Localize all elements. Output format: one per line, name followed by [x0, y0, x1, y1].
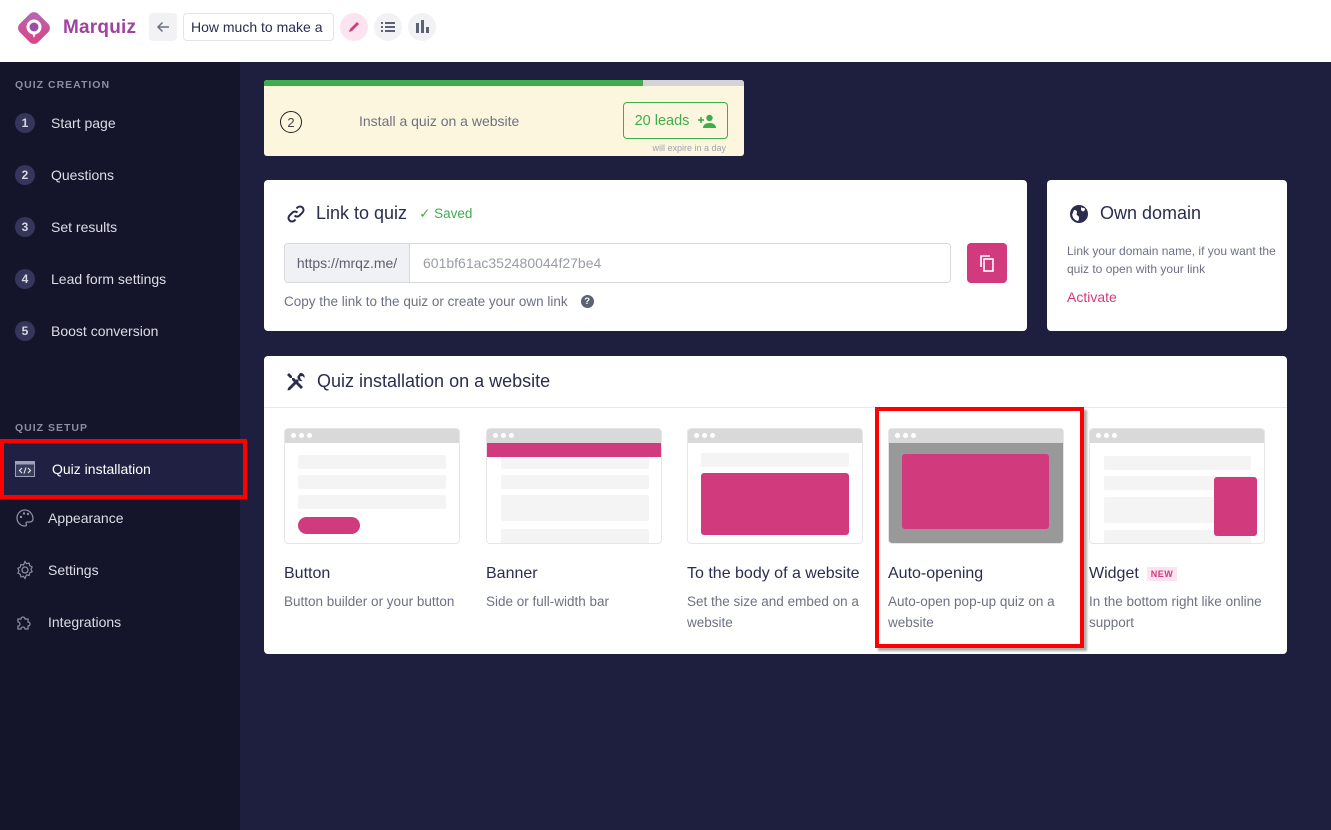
option-description: Button builder or your button: [284, 594, 455, 609]
logo[interactable]: Marquiz: [15, 9, 136, 47]
sidebar-item-questions[interactable]: 2 Questions: [0, 153, 240, 197]
sidebar-item-integrations[interactable]: Integrations: [0, 600, 240, 644]
install-option-auto-opening[interactable]: Auto-opening Auto-open pop-up quiz on a …: [888, 428, 1064, 633]
sidebar-item-label: Set results: [51, 219, 118, 235]
sidebar-item-label: Appearance: [48, 510, 124, 526]
install-progress-card: 2 Install a quiz on a website 20 leads w…: [264, 80, 744, 156]
step-number: 3: [15, 217, 35, 237]
sidebar-item-label: Questions: [51, 167, 115, 183]
quiz-installation-card: Quiz installation on a website Button Bu…: [264, 356, 1287, 654]
install-option-banner[interactable]: Banner Side or full-width bar: [486, 428, 662, 612]
copy-link-button[interactable]: [967, 243, 1007, 283]
sidebar-item-label: Start page: [51, 115, 116, 131]
option-title-text: Widget: [1089, 565, 1139, 582]
activate-domain-link[interactable]: Activate: [1067, 289, 1117, 305]
divider: [264, 407, 1287, 408]
option-title: To the body of a website: [687, 565, 860, 582]
option-title: Button: [284, 565, 331, 582]
option-description: In the bottom right like online support: [1089, 594, 1262, 630]
statistics-button[interactable]: [408, 13, 436, 41]
marquiz-logo-icon: [15, 9, 53, 47]
questions-list-button[interactable]: [374, 13, 402, 41]
widget-preview: [1089, 428, 1265, 544]
back-button[interactable]: [149, 13, 177, 41]
sidebar-item-label: Settings: [48, 562, 99, 578]
own-domain-title: Own domain: [1100, 203, 1202, 223]
sidebar-item-label: Boost conversion: [51, 323, 159, 339]
copy-icon: [980, 255, 994, 272]
tools-icon: [287, 372, 305, 390]
banner-preview: [486, 428, 662, 544]
link-hint: Copy the link to the quiz or create your…: [284, 294, 594, 309]
arrow-left-icon: [156, 21, 169, 33]
sidebar-item-label: Integrations: [48, 614, 122, 630]
option-title: Banner: [486, 565, 538, 582]
help-icon[interactable]: ?: [580, 295, 594, 308]
brand-name: Marquiz: [63, 17, 137, 38]
saved-status: ✓ Saved: [419, 205, 473, 221]
quiz-slug-input[interactable]: [410, 244, 950, 282]
link-to-quiz-card: Link to quiz ✓ Saved https://mrqz.me/ Co…: [264, 180, 1027, 331]
sidebar-item-lead-form-settings[interactable]: 4 Lead form settings: [0, 257, 240, 301]
progress-bar: [264, 80, 744, 86]
quiz-url-field: https://mrqz.me/: [284, 243, 951, 283]
install-option-widget[interactable]: Widget NEW In the bottom right like onli…: [1089, 428, 1265, 633]
leads-label: 20 leads: [634, 112, 690, 129]
sidebar-item-label: Quiz installation: [52, 461, 151, 477]
button-preview: [284, 428, 460, 544]
link-hint-text: Copy the link to the quiz or create your…: [284, 294, 568, 309]
option-description: Set the size and embed on a website: [687, 594, 859, 630]
leads-bonus-button[interactable]: 20 leads: [623, 102, 728, 139]
option-title: Widget NEW: [1089, 565, 1265, 583]
auto-opening-preview: [888, 428, 1064, 544]
section-title-quiz-setup: QUIZ SETUP: [15, 422, 89, 434]
option-description: Side or full-width bar: [486, 594, 610, 609]
step-number: 1: [15, 113, 35, 133]
option-description: Auto-open pop-up quiz on a website: [888, 594, 1055, 630]
gear-icon: [14, 559, 36, 581]
body-embed-preview: [687, 428, 863, 544]
step-number: 2: [15, 165, 35, 185]
install-option-button[interactable]: Button Button builder or your button: [284, 428, 460, 612]
sidebar-item-boost-conversion[interactable]: 5 Boost conversion: [0, 309, 240, 353]
sidebar-item-quiz-installation[interactable]: Quiz installation: [0, 439, 247, 499]
installation-card-title: Quiz installation on a website: [317, 371, 551, 391]
sidebar-item-label: Lead form settings: [51, 271, 167, 287]
sidebar-item-appearance[interactable]: Appearance: [0, 496, 240, 540]
bar-chart-icon: [416, 20, 429, 33]
palette-icon: [14, 507, 36, 529]
quiz-title-input[interactable]: [183, 13, 334, 41]
puzzle-icon: [14, 611, 36, 633]
pencil-icon: [349, 22, 359, 32]
new-badge: NEW: [1146, 567, 1178, 581]
option-title: Auto-opening: [888, 565, 984, 582]
globe-icon: [1070, 204, 1088, 223]
sidebar-item-start-page[interactable]: 1 Start page: [0, 101, 240, 145]
list-icon: [381, 22, 395, 32]
step-indicator: 2: [280, 111, 302, 133]
sidebar-item-settings[interactable]: Settings: [0, 548, 240, 592]
leads-expire-note: will expire in a day: [652, 143, 726, 153]
code-window-icon: [14, 458, 36, 480]
step-number: 4: [15, 269, 35, 289]
link-card-title: Link to quiz: [316, 203, 408, 223]
install-option-body[interactable]: To the body of a website Set the size an…: [687, 428, 863, 633]
add-person-icon: [698, 114, 717, 128]
section-title-quiz-creation: QUIZ CREATION: [15, 79, 111, 91]
sidebar: QUIZ CREATION 1 Start page 2 Questions 3…: [0, 62, 247, 830]
progress-step-text: Install a quiz on a website: [359, 113, 520, 129]
link-icon: [287, 204, 305, 223]
top-bar: Marquiz: [0, 0, 1331, 62]
own-domain-description: Link your domain name, if you want the q…: [1067, 244, 1276, 276]
url-prefix: https://mrqz.me/: [285, 244, 410, 282]
sidebar-item-set-results[interactable]: 3 Set results: [0, 205, 240, 249]
edit-button[interactable]: [340, 13, 368, 41]
progress-bar-fill: [264, 80, 644, 86]
own-domain-card: Own domain Link your domain name, if you…: [1047, 180, 1287, 331]
step-number: 5: [15, 321, 35, 341]
